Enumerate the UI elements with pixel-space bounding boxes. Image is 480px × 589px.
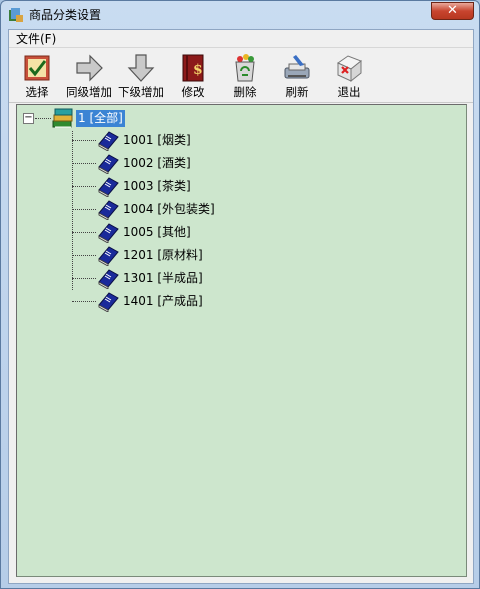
svg-text:$: $ bbox=[193, 62, 203, 78]
toolbar: 选择 同级增加 下级增加 $ 修改 删除 刷新 退出 bbox=[9, 49, 473, 103]
book-icon bbox=[98, 246, 119, 266]
tree-item-label: 1201 [原材料] bbox=[123, 248, 203, 262]
book-icon bbox=[98, 292, 119, 312]
app-icon bbox=[9, 8, 23, 22]
book-icon bbox=[98, 223, 119, 243]
book-icon bbox=[98, 200, 119, 220]
app-window: 商品分类设置 ✕ 文件(F) 选择 同级增加 下级增加 $ 修改 删除 刷新 退… bbox=[0, 0, 480, 589]
tree-connector bbox=[72, 140, 96, 141]
tree-connector bbox=[72, 255, 96, 256]
refresh-label: 刷新 bbox=[285, 85, 309, 99]
tree-connector bbox=[72, 209, 96, 210]
add-sibling-label: 同级增加 bbox=[66, 85, 112, 99]
edit-label: 修改 bbox=[181, 85, 205, 99]
tree-connector bbox=[72, 131, 73, 290]
add-child-button[interactable]: 下级增加 bbox=[115, 51, 167, 101]
status-bar bbox=[9, 577, 473, 583]
window-title: 商品分类设置 bbox=[29, 8, 102, 22]
category-tree[interactable]: − 1 [全部] 1001 [烟类] 1002 [酒类] 1003 [茶类] 1… bbox=[16, 104, 467, 577]
select-button[interactable]: 选择 bbox=[11, 51, 63, 101]
tree-connector bbox=[35, 118, 51, 119]
books-stack-icon bbox=[52, 108, 73, 128]
exit-button[interactable]: 退出 bbox=[323, 51, 375, 101]
exit-icon bbox=[337, 55, 362, 83]
refresh-printer-icon bbox=[284, 55, 310, 79]
edit-button[interactable]: $ 修改 bbox=[167, 51, 219, 101]
client-area: 文件(F) 选择 同级增加 下级增加 $ 修改 删除 刷新 退出 − 1 [全部… bbox=[8, 29, 474, 584]
add-sibling-button[interactable]: 同级增加 bbox=[63, 51, 115, 101]
title-bar[interactable]: 商品分类设置 ✕ bbox=[1, 1, 479, 29]
tree-item-label: 1301 [半成品] bbox=[123, 271, 203, 285]
exit-label: 退出 bbox=[337, 85, 361, 99]
tree-item-label: 1005 [其他] bbox=[123, 225, 191, 239]
arrow-right-icon bbox=[76, 54, 103, 82]
collapse-toggle[interactable]: − bbox=[23, 113, 34, 124]
tree-connector bbox=[72, 186, 96, 187]
tree-item-label: 1001 [烟类] bbox=[123, 133, 191, 147]
tree-item-label: 1002 [酒类] bbox=[123, 156, 191, 170]
close-button[interactable]: ✕ bbox=[431, 2, 474, 20]
tree-connector bbox=[72, 232, 96, 233]
tree-root-label: 1 [全部] bbox=[76, 110, 125, 127]
book-icon bbox=[98, 131, 119, 151]
book-icon bbox=[98, 177, 119, 197]
delete-button[interactable]: 删除 bbox=[219, 51, 271, 101]
tree-item-label: 1401 [产成品] bbox=[123, 294, 203, 308]
tree-connector bbox=[72, 163, 96, 164]
menu-file[interactable]: 文件(F) bbox=[13, 31, 59, 47]
select-check-icon bbox=[24, 55, 50, 81]
edit-book-icon: $ bbox=[182, 54, 204, 82]
tree-item-label: 1004 [外包装类] bbox=[123, 202, 215, 216]
tree-connector bbox=[72, 301, 96, 302]
delete-label: 删除 bbox=[233, 85, 257, 99]
arrow-down-icon bbox=[127, 54, 155, 82]
refresh-button[interactable]: 刷新 bbox=[271, 51, 323, 101]
tree-connector bbox=[72, 278, 96, 279]
book-icon bbox=[98, 269, 119, 289]
recycle-bin-icon bbox=[235, 54, 255, 82]
book-icon bbox=[98, 154, 119, 174]
add-child-label: 下级增加 bbox=[118, 85, 164, 99]
menu-bar: 文件(F) bbox=[9, 30, 473, 48]
tree-item-label: 1003 [茶类] bbox=[123, 179, 191, 193]
select-label: 选择 bbox=[25, 85, 49, 99]
